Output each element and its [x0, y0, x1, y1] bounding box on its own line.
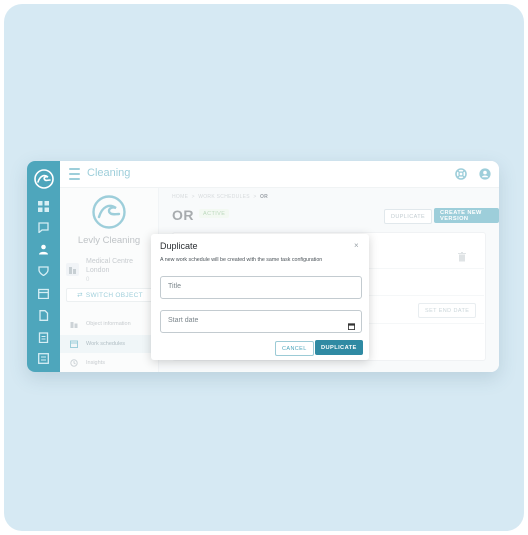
- start-date-placeholder: Start date: [168, 317, 199, 324]
- shield-icon[interactable]: [35, 262, 52, 279]
- dashboard-icon[interactable]: [35, 198, 52, 215]
- wave-logo-icon[interactable]: [31, 166, 56, 191]
- cancel-button[interactable]: CANCEL: [275, 341, 314, 356]
- icon-rail: [27, 161, 60, 372]
- start-date-field[interactable]: Start date: [160, 310, 362, 333]
- title-placeholder: Title: [168, 283, 181, 290]
- confirm-duplicate-button[interactable]: DUPLICATE: [315, 340, 363, 355]
- dialog-title: Duplicate: [160, 241, 198, 251]
- chat-icon[interactable]: [35, 219, 52, 236]
- clipboard-icon[interactable]: [35, 329, 52, 346]
- title-field[interactable]: Title: [160, 276, 362, 299]
- user-icon[interactable]: [35, 241, 52, 258]
- list-icon[interactable]: [35, 350, 52, 367]
- calendar-icon[interactable]: [35, 285, 52, 302]
- app-window: Cleaning Levly Cleaning Medical Centre L…: [27, 161, 499, 372]
- document-icon[interactable]: [35, 307, 52, 324]
- calendar-icon[interactable]: [347, 317, 356, 331]
- duplicate-dialog: Duplicate × A new work schedule will be …: [151, 234, 369, 360]
- close-icon[interactable]: ×: [354, 242, 359, 250]
- dialog-description: A new work schedule will be created with…: [160, 257, 323, 263]
